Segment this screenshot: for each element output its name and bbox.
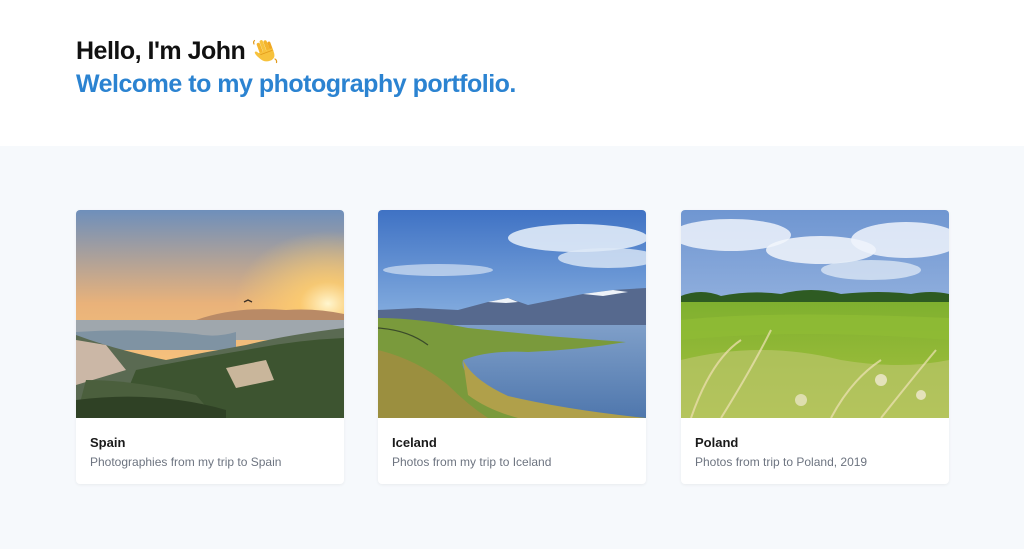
page-headline: Welcome to my photography portfolio.	[76, 70, 516, 98]
spain-city-sunset-photo	[76, 210, 344, 418]
waving-hand-icon	[251, 37, 279, 65]
gallery-section: Spain Photographies from my trip to Spai…	[0, 146, 1024, 549]
poland-green-meadow-photo	[681, 210, 949, 418]
greeting-text: Hello, I'm John	[76, 37, 246, 65]
card-description: Photos from trip to Poland, 2019	[695, 455, 868, 469]
card-description: Photos from my trip to Iceland	[392, 455, 552, 469]
card-description: Photographies from my trip to Spain	[90, 455, 282, 469]
card-title: Poland	[695, 435, 739, 450]
greeting: Hello, I'm John	[76, 36, 279, 66]
gallery-card-spain[interactable]: Spain Photographies from my trip to Spai…	[76, 210, 344, 484]
gallery-card-poland[interactable]: Poland Photos from trip to Poland, 2019	[681, 210, 949, 484]
gallery-card-iceland[interactable]: Iceland Photos from my trip to Iceland	[378, 210, 646, 484]
card-title: Spain	[90, 435, 126, 450]
page-header: Hello, I'm John Welcome to my photograph…	[0, 0, 1024, 146]
card-title: Iceland	[392, 435, 437, 450]
iceland-fjord-mountains-photo	[378, 210, 646, 418]
